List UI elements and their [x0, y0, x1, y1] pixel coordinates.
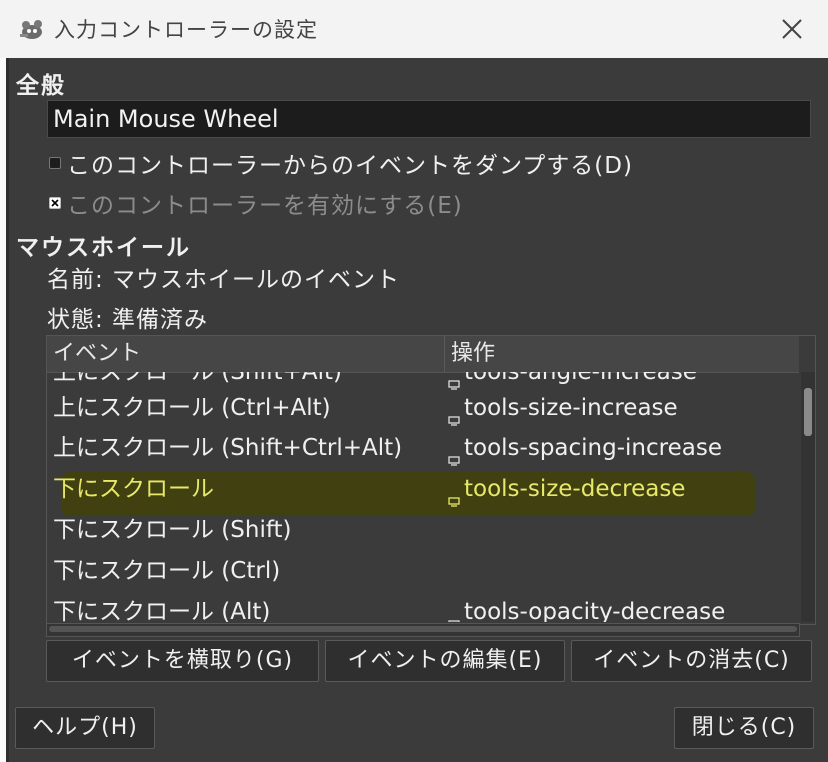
table-row-selected[interactable]: 下にスクロール tools-size-decrease	[47, 469, 799, 509]
close-window-icon[interactable]	[774, 12, 810, 46]
table-row[interactable]: 上にスクロール (Shift+Ctrl+Alt) tools-spacing-i…	[47, 428, 799, 468]
event-cell: 上にスクロール (Shift+Ctrl+Alt)	[53, 435, 403, 461]
checkbox-checked-icon[interactable]	[49, 197, 61, 209]
horizontal-scrollbar-thumb[interactable]	[49, 626, 797, 632]
action-cell: tools-opacity-decrease	[447, 592, 725, 622]
column-header-event[interactable]: イベント	[47, 336, 445, 372]
window-title: 入力コントローラーの設定	[54, 18, 318, 42]
checkbox-unchecked-icon[interactable]	[49, 157, 61, 169]
action-cell: tools-spacing-increase	[447, 428, 722, 468]
clear-event-button[interactable]: イベントの消去(C)	[571, 640, 812, 682]
action-name: tools-spacing-increase	[464, 435, 722, 461]
grab-event-button[interactable]: イベントを横取り(G)	[46, 640, 319, 682]
action-name: tools-opacity-decrease	[464, 599, 726, 622]
controller-name-field[interactable]: Main Mouse Wheel	[47, 100, 811, 138]
action-cell: tools-size-decrease	[447, 469, 685, 509]
horizontal-scrollbar[interactable]	[46, 623, 800, 637]
gimp-wilber-icon	[18, 16, 46, 42]
action-cell: tools-size-increase	[447, 388, 678, 428]
close-button[interactable]: 閉じる(C)	[674, 707, 814, 749]
event-cell: 下にスクロール (Alt)	[53, 599, 271, 622]
vertical-scrollbar-thumb[interactable]	[804, 388, 812, 436]
event-cell: 下にスクロール	[53, 476, 214, 502]
dialog-content: 全般 Main Mouse Wheel このコントローラーからのイベントをダンプ…	[9, 58, 828, 762]
title-bar: 入力コントローラーの設定	[0, 0, 828, 58]
event-mapping-table[interactable]: イベント 操作 上にスクロール (Shift+Alt) tools-angle-…	[46, 335, 816, 625]
action-name: tools-size-decrease	[464, 476, 686, 502]
controller-name-info: 名前: マウスホイールのイベント	[47, 267, 401, 293]
general-heading: 全般	[16, 73, 66, 99]
action-icon	[447, 401, 461, 426]
action-icon	[447, 605, 461, 622]
mouse-wheel-heading: マウスホイール	[16, 235, 191, 261]
vertical-scrollbar[interactable]	[801, 372, 815, 622]
action-icon	[447, 441, 461, 466]
table-row[interactable]: 下にスクロール (Shift)	[47, 510, 799, 550]
event-cell: 下にスクロール (Ctrl)	[53, 558, 281, 584]
event-cell: 上にスクロール (Ctrl+Alt)	[53, 395, 331, 421]
enable-controller-checkbox[interactable]: このコントローラーを有効にする(E)	[49, 186, 463, 220]
dump-events-checkbox[interactable]: このコントローラーからのイベントをダンプする(D)	[49, 146, 633, 180]
enable-controller-label: このコントローラーを有効にする(E)	[67, 193, 463, 219]
action-icon	[447, 482, 461, 507]
table-row[interactable]: 上にスクロール (Ctrl+Alt) tools-size-increase	[47, 388, 799, 428]
table-row[interactable]: 下にスクロール (Alt) tools-opacity-decrease	[47, 592, 799, 622]
event-cell: 下にスクロール (Shift)	[53, 517, 292, 543]
action-icon	[447, 372, 461, 390]
column-header-action[interactable]: 操作	[445, 336, 799, 372]
action-name: tools-size-increase	[464, 395, 678, 421]
help-button[interactable]: ヘルプ(H)	[15, 707, 155, 749]
table-body: 上にスクロール (Shift+Alt) tools-angle-increase…	[47, 372, 799, 622]
controller-state-info: 状態: 準備済み	[47, 307, 209, 333]
table-header: イベント 操作	[47, 336, 799, 373]
table-row[interactable]: 下にスクロール (Ctrl)	[47, 551, 799, 591]
edit-event-button[interactable]: イベントの編集(E)	[325, 640, 565, 682]
dump-events-label: このコントローラーからのイベントをダンプする(D)	[67, 153, 633, 179]
